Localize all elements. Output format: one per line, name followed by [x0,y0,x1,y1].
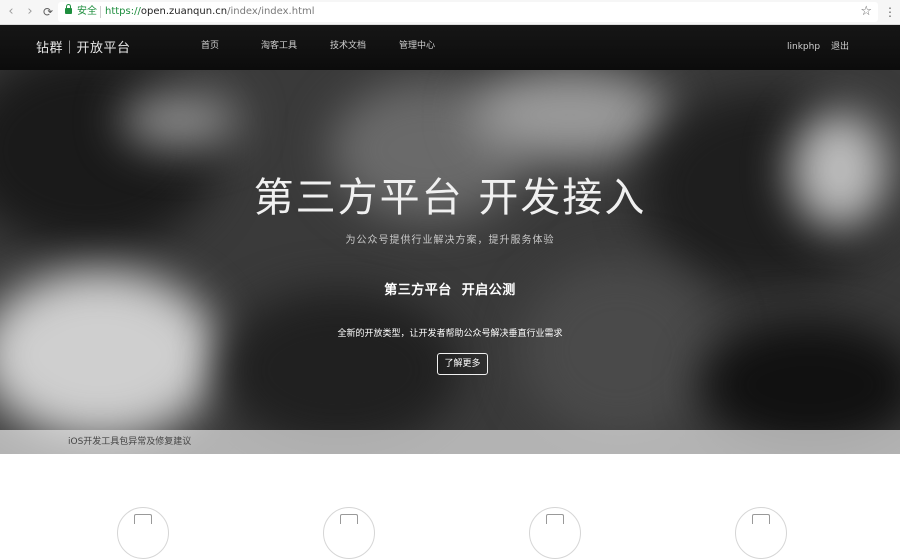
hero-banner: 第三方平台 开发接入 为公众号提供行业解决方案，提升服务体验 第三方平台 开启公… [0,70,900,454]
hero-headline: 第三方平台 开启公测 [384,283,516,298]
logout-link[interactable]: 退出 [831,41,849,54]
browser-toolbar: ‹ › ⟳ 安全 https://open.zuanqun.cn/index/i… [0,0,900,25]
mobile-icon [134,514,152,524]
nav-item-taoke-tools[interactable]: 淘客工具 [261,40,298,53]
feature-icon-circle[interactable] [117,507,169,559]
nav-item-admin-center[interactable]: 管理中心 [399,40,435,53]
brand-logo-text[interactable]: 钻群｜开放平台 [36,37,131,56]
site-header: 钻群｜开放平台 首页 淘客工具 技术文档 管理中心 linkphp 退出 [0,25,900,70]
hero-title: 第三方平台 开发接入 [253,175,647,221]
background-blur-shape [120,90,240,150]
lock-icon [65,4,72,14]
background-blur-shape [220,290,460,450]
feature-icon-circle[interactable] [529,507,581,559]
feature-icon-circle[interactable] [323,507,375,559]
divider [100,6,101,18]
hero-description: 全新的开放类型，让开发者帮助公众号解决垂直行业需求 [337,329,563,339]
nav-item-tech-docs[interactable]: 技术文档 [330,40,367,53]
tools-icon [752,514,770,524]
notice-link[interactable]: iOS开发工具包异常及修复建议 [68,436,191,448]
hero-subtitle: 为公众号提供行业解决方案，提升服务体验 [345,235,555,246]
url-path: /index/index.html [227,6,315,17]
reload-icon[interactable]: ⟳ [40,4,56,20]
keyboard-icon [340,514,358,524]
notice-bar: iOS开发工具包异常及修复建议 [0,430,900,454]
url-text[interactable]: https://open.zuanqun.cn/index/index.html [105,5,315,19]
nav-item-home[interactable]: 首页 [201,40,229,53]
monitor-icon [546,514,564,524]
learn-more-button[interactable]: 了解更多 [437,353,488,375]
feature-icon-circle[interactable] [735,507,787,559]
url-scheme: https:// [105,6,141,17]
browser-menu-icon[interactable]: ⋮ [884,4,896,20]
background-blur-shape [470,70,670,160]
secure-label: 安全 [77,6,97,17]
url-host: open.zuanqun.cn [140,6,228,17]
forward-icon[interactable]: › [22,4,38,20]
main-nav: 首页 淘客工具 技术文档 管理中心 [201,40,467,53]
bookmark-star-icon[interactable]: ☆ [860,3,872,21]
back-icon[interactable]: ‹ [3,4,19,20]
address-bar[interactable]: 安全 https://open.zuanqun.cn/index/index.h… [58,2,878,22]
username-link[interactable]: linkphp [787,41,820,54]
